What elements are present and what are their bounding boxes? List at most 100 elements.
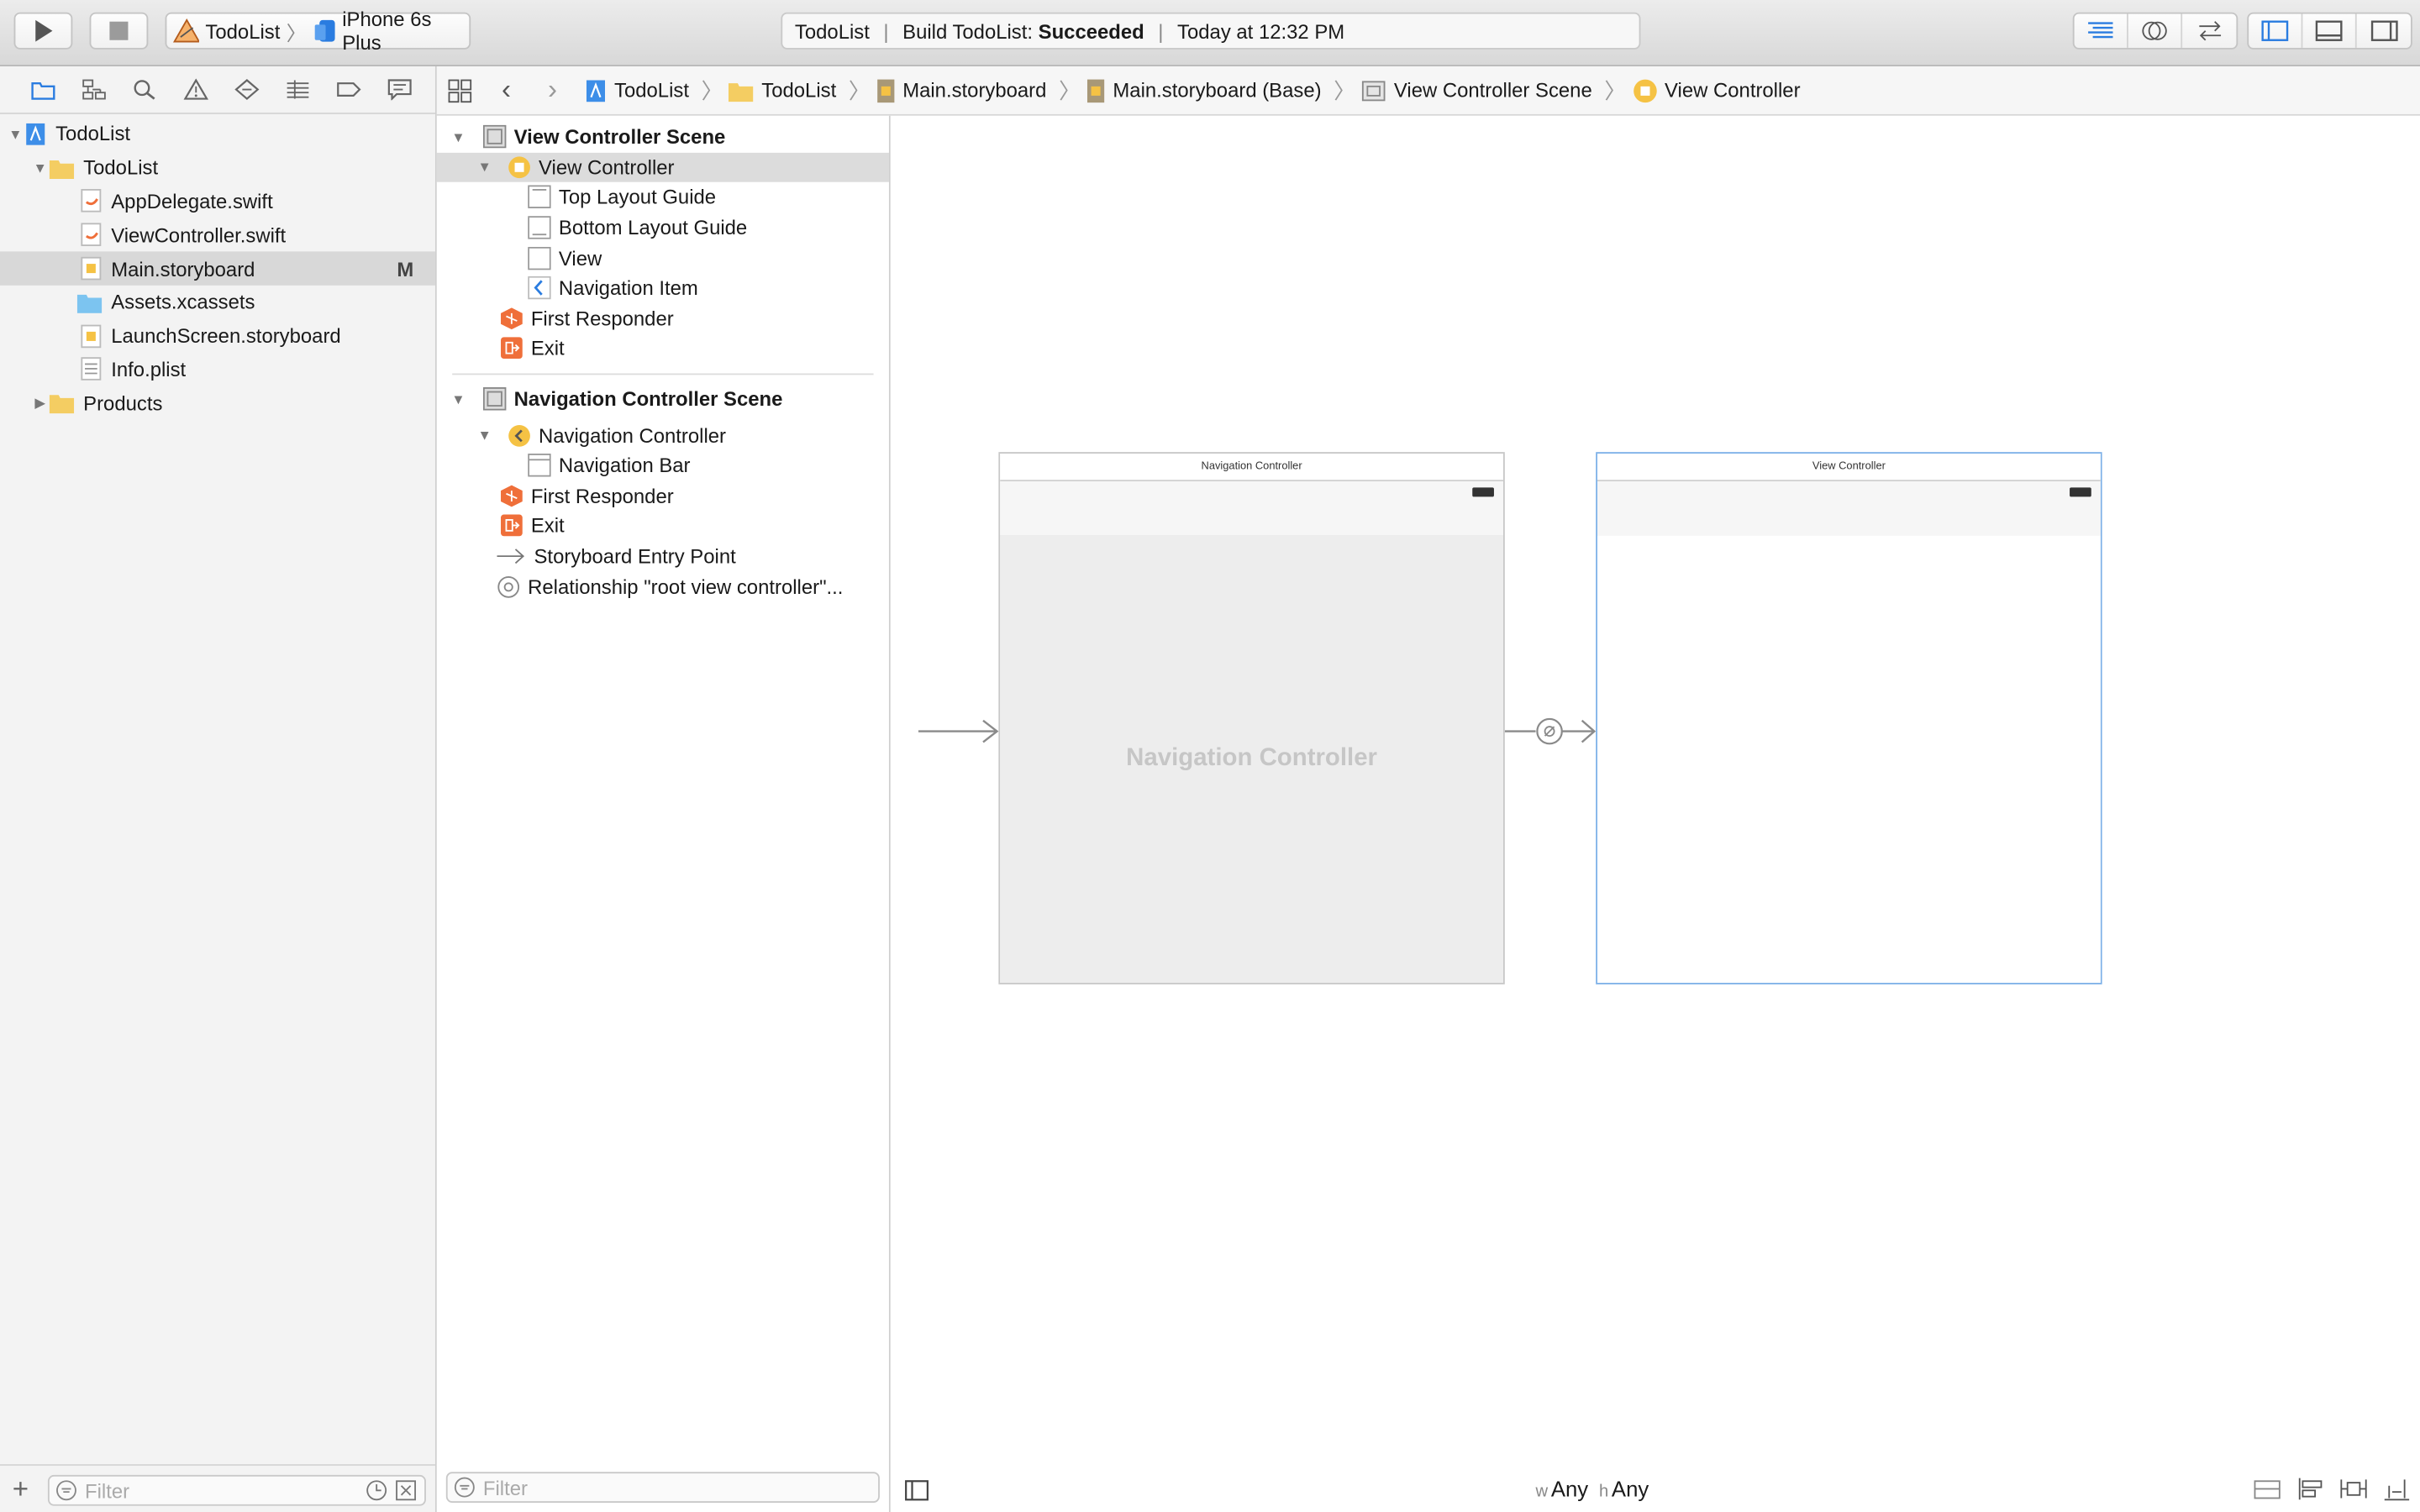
navigation-controller-scene[interactable]: Navigation Controller Navigation Control… bbox=[998, 452, 1505, 984]
storyboard-canvas[interactable]: Navigation Controller Navigation Control… bbox=[890, 115, 2420, 1466]
tab-test[interactable] bbox=[221, 66, 272, 113]
scene-title: Navigation Controller bbox=[1000, 454, 1503, 482]
tree-item-file[interactable]: ViewController.swift bbox=[0, 218, 435, 252]
back-button[interactable]: ‹ bbox=[483, 74, 529, 107]
tab-project[interactable] bbox=[17, 66, 68, 113]
tab-symbol[interactable] bbox=[68, 66, 119, 113]
breadcrumb-scene[interactable]: View Controller Scene bbox=[1361, 79, 1592, 102]
show-outline-icon[interactable] bbox=[904, 1479, 929, 1501]
pin-icon[interactable] bbox=[2339, 1477, 2367, 1501]
outline-scene-header[interactable]: ▼ Navigation Controller Scene bbox=[437, 384, 889, 414]
project-file-icon bbox=[586, 79, 605, 102]
navigator-filter-field[interactable]: Filter bbox=[47, 1474, 426, 1506]
scheme-selector[interactable]: TodoList 〉 iPhone 6s Plus bbox=[165, 8, 471, 54]
outline-item[interactable]: Top Layout Guide bbox=[437, 182, 889, 213]
relationship-segue-icon[interactable] bbox=[1504, 713, 1597, 750]
status-time: Today at 12:32 PM bbox=[1177, 18, 1345, 43]
tree-item-project[interactable]: ▼ TodoList bbox=[0, 118, 435, 151]
app-icon bbox=[172, 18, 200, 43]
tree-item-file[interactable]: Info.plist bbox=[0, 353, 435, 386]
tab-find[interactable] bbox=[118, 66, 170, 113]
navigator-filter-bar: + Filter bbox=[0, 1464, 435, 1512]
breadcrumb-group[interactable]: TodoList bbox=[729, 78, 837, 102]
tab-breakpoints[interactable] bbox=[323, 66, 374, 113]
toggle-debug-button[interactable] bbox=[2302, 13, 2357, 48]
outline-item[interactable]: Exit bbox=[437, 511, 889, 541]
outline-item[interactable]: Navigation Item bbox=[437, 273, 889, 303]
run-button[interactable] bbox=[13, 12, 73, 50]
size-class-w: Any bbox=[1550, 1476, 1589, 1502]
outline-filter-bar: Filter bbox=[437, 1466, 889, 1512]
forward-button[interactable]: › bbox=[529, 74, 576, 107]
play-icon bbox=[35, 19, 53, 42]
storyboard-entry-arrow-icon[interactable] bbox=[918, 719, 1002, 743]
outline-scene-header[interactable]: ▼ View Controller Scene bbox=[437, 122, 889, 152]
outline-item[interactable]: Exit bbox=[437, 333, 889, 364]
breadcrumb-view-controller[interactable]: View Controller bbox=[1632, 78, 1801, 102]
version-editor-button[interactable] bbox=[2182, 14, 2236, 48]
outline-item[interactable]: View bbox=[437, 243, 889, 273]
align-icon[interactable] bbox=[2296, 1477, 2324, 1501]
navigation-bar[interactable] bbox=[1597, 481, 2101, 538]
tree-label: ViewController.swift bbox=[111, 223, 287, 247]
tree-item-group[interactable]: ▶ Products bbox=[0, 386, 435, 420]
toolbar: TodoList 〉 iPhone 6s Plus TodoList | Bui… bbox=[0, 0, 2420, 66]
recent-clock-icon[interactable] bbox=[366, 1479, 387, 1501]
lines-icon bbox=[2088, 22, 2113, 39]
diamond-icon bbox=[234, 79, 259, 101]
breadcrumb-project[interactable]: TodoList bbox=[585, 78, 689, 102]
view-controller-scene[interactable]: View Controller bbox=[1596, 452, 2102, 984]
outline-item[interactable]: Navigation Bar bbox=[437, 450, 889, 480]
storyboard-file-icon bbox=[876, 78, 895, 102]
battery-icon bbox=[2070, 487, 2091, 497]
device-icon bbox=[313, 19, 334, 42]
navigation-bar[interactable] bbox=[1000, 481, 1503, 538]
tree-item-group[interactable]: ▼ TodoList bbox=[0, 151, 435, 185]
tab-debug[interactable] bbox=[271, 66, 323, 113]
scheme-name: TodoList bbox=[205, 18, 281, 43]
disclosure-open-icon: ▼ bbox=[8, 126, 23, 142]
storyboard-file-icon bbox=[1087, 78, 1105, 102]
tree-item-file[interactable]: Assets.xcassets bbox=[0, 286, 435, 319]
outline-item[interactable]: Storyboard Entry Point bbox=[437, 541, 889, 571]
add-icon[interactable]: + bbox=[13, 1473, 29, 1506]
scene-body[interactable] bbox=[1597, 535, 2101, 983]
tree-label: LaunchScreen.storyboard bbox=[111, 324, 341, 348]
outline-filter-field[interactable]: Filter bbox=[445, 1472, 880, 1503]
left-panel-icon bbox=[2261, 20, 2289, 41]
breadcrumb-file[interactable]: Main.storyboard bbox=[876, 78, 1046, 102]
outline-item-selected[interactable]: ▼ View Controller bbox=[436, 152, 889, 183]
resolve-issues-icon[interactable] bbox=[2383, 1477, 2411, 1501]
tree-item-file[interactable]: LaunchScreen.storyboard bbox=[0, 319, 435, 353]
stack-icon[interactable] bbox=[2254, 1477, 2281, 1501]
chevron-right-icon: 〉 bbox=[1059, 77, 1081, 103]
first-responder-icon bbox=[501, 307, 523, 329]
breadcrumb-localization[interactable]: Main.storyboard (Base) bbox=[1086, 78, 1322, 102]
outline-label: First Responder bbox=[530, 484, 674, 507]
scene-icon bbox=[482, 125, 507, 149]
breadcrumb-label: TodoList bbox=[761, 78, 837, 102]
toggle-navigator-button[interactable] bbox=[2249, 13, 2303, 48]
swift-file-icon bbox=[81, 189, 102, 213]
toggle-inspector-button[interactable] bbox=[2357, 14, 2411, 48]
outline-item[interactable]: First Responder bbox=[437, 480, 889, 511]
disclosure-open-icon: ▼ bbox=[477, 428, 492, 444]
tree-item-file[interactable]: AppDelegate.swift bbox=[0, 185, 435, 218]
tree-item-file-selected[interactable]: Main.storyboard M bbox=[0, 251, 435, 286]
standard-editor-button[interactable] bbox=[2075, 13, 2128, 48]
stop-button[interactable] bbox=[89, 12, 149, 50]
tab-report[interactable] bbox=[373, 66, 424, 113]
autolayout-controls bbox=[2254, 1477, 2411, 1501]
size-class-selector[interactable]: w Any h Any bbox=[1536, 1477, 1649, 1501]
outline-item[interactable]: Bottom Layout Guide bbox=[437, 213, 889, 243]
status-project: TodoList bbox=[794, 18, 870, 43]
tab-issues[interactable] bbox=[170, 66, 221, 113]
outline-item[interactable]: ▼ Navigation Controller bbox=[437, 420, 889, 450]
outline-item[interactable]: Relationship "root view controller"... bbox=[437, 571, 889, 601]
scm-filter-icon[interactable] bbox=[395, 1479, 417, 1501]
layout-guide-icon bbox=[528, 216, 551, 239]
outline-item[interactable]: First Responder bbox=[437, 303, 889, 333]
hierarchy-icon bbox=[82, 79, 105, 100]
related-items-button[interactable] bbox=[437, 78, 483, 102]
assistant-editor-button[interactable] bbox=[2128, 13, 2183, 48]
